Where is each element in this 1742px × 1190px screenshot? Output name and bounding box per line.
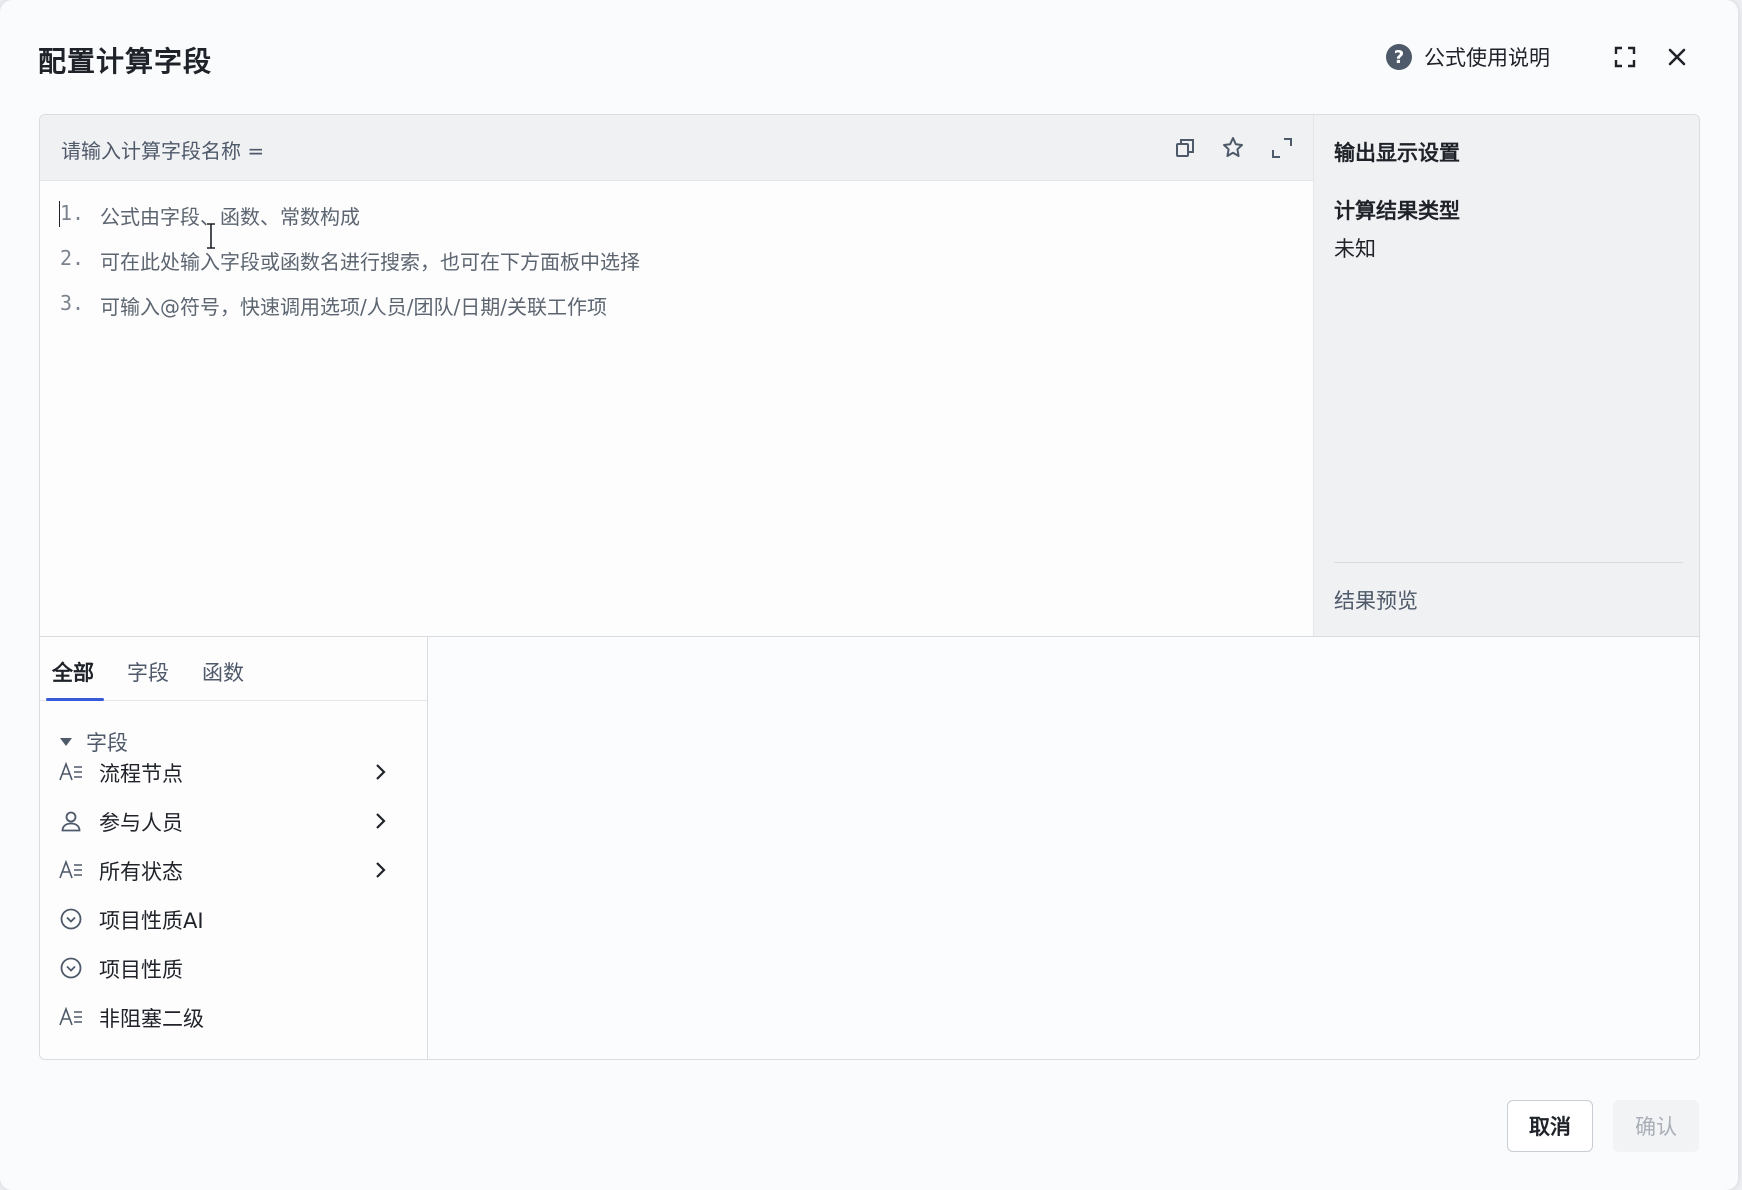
list-item-non-blocking-level2[interactable]: 非阻塞二级	[40, 992, 427, 1042]
chevron-right-icon	[376, 764, 386, 780]
magic-button[interactable]	[1218, 133, 1248, 163]
result-preview-label: 结果预览	[1334, 589, 1418, 613]
list-item-label: 所有状态	[99, 860, 183, 884]
fullscreen-icon	[1614, 46, 1636, 68]
close-button[interactable]	[1660, 40, 1694, 74]
hint-text: 公式由字段、函数、常数构成	[100, 205, 360, 229]
dialog-header: 配置计算字段 ? 公式使用说明	[38, 36, 1698, 80]
close-icon	[1668, 48, 1686, 66]
list-item-participants[interactable]: 参与人员	[40, 796, 427, 846]
copy-button[interactable]	[1170, 133, 1200, 163]
text-field-icon	[58, 1004, 84, 1030]
ibeam-cursor-icon	[207, 223, 215, 249]
formula-help-link[interactable]: ? 公式使用说明	[1386, 42, 1550, 72]
tab-fields[interactable]: 字段	[127, 657, 169, 687]
list-item-label: 参与人员	[99, 811, 183, 835]
hint-line: 2. 可在此处输入字段或函数名进行搜索，也可在下方面板中选择	[60, 246, 640, 275]
select-circle-icon	[58, 955, 84, 981]
picker-tabs: 全部 字段 函数	[40, 637, 427, 701]
list-item-project-nature-ai[interactable]: 项目性质AI	[40, 894, 427, 944]
list-item-label: 项目性质	[99, 958, 183, 982]
line-number: 1.	[60, 201, 85, 225]
result-type-label: 计算结果类型	[1334, 199, 1460, 223]
chevron-right-icon	[376, 862, 386, 878]
formula-help-label: 公式使用说明	[1424, 46, 1550, 70]
hint-line: 3. 可输入@符号，快速调用选项/人员/团队/日期/关联工作项	[60, 291, 607, 320]
settings-divider	[1334, 562, 1683, 563]
question-icon: ?	[1386, 44, 1412, 70]
picker-detail-area	[429, 637, 1699, 1059]
formula-editor[interactable]: 1. 公式由字段、函数、常数构成 2. 可在此处输入字段或函数名进行搜索，也可在…	[40, 181, 1313, 636]
list-item-flow-node[interactable]: 流程节点	[40, 747, 427, 797]
output-settings-panel: 输出显示设置 计算结果类型 未知 结果预览	[1313, 115, 1699, 636]
chevron-right-icon	[376, 813, 386, 829]
list-item-all-states[interactable]: 所有状态	[40, 845, 427, 895]
copy-icon	[1176, 139, 1194, 157]
caret-down-icon	[60, 738, 72, 746]
field-name-input[interactable]: 请输入计算字段名称 =	[61, 135, 264, 164]
fullscreen-button[interactable]	[1608, 40, 1642, 74]
person-icon	[58, 808, 84, 834]
field-function-picker: 全部 字段 函数 字段 流程节点 参与人员 所有状态 项目性质AI 项目性质 非…	[40, 637, 428, 1059]
line-number: 2.	[60, 246, 85, 270]
list-item-project-nature[interactable]: 项目性质	[40, 943, 427, 993]
star-sparkle-icon	[1223, 137, 1243, 157]
text-field-icon	[58, 857, 84, 883]
cancel-button[interactable]: 取消	[1507, 1100, 1593, 1152]
active-tab-indicator	[46, 698, 104, 701]
dialog-title: 配置计算字段	[38, 45, 213, 78]
formula-name-bar: 请输入计算字段名称 =	[40, 115, 1313, 181]
formula-panel: 请输入计算字段名称 = 1. 公式由字段、函数、常数构成 2. 可在此处输入字段…	[39, 114, 1700, 1060]
tab-all[interactable]: 全部	[52, 657, 94, 687]
result-type-value: 未知	[1334, 237, 1376, 261]
tab-functions[interactable]: 函数	[202, 657, 244, 687]
expand-editor-button[interactable]	[1267, 133, 1297, 163]
text-field-icon	[58, 759, 84, 785]
line-number: 3.	[60, 291, 85, 315]
confirm-button[interactable]: 确认	[1613, 1100, 1699, 1152]
expand-icon	[1272, 138, 1292, 158]
list-item-label: 流程节点	[99, 762, 183, 786]
config-calc-field-dialog: 配置计算字段 ? 公式使用说明 请输入计算字段名称 = 1. 公式由字段、函数、…	[0, 0, 1738, 1190]
list-item-label: 非阻塞二级	[99, 1007, 204, 1031]
output-settings-title: 输出显示设置	[1334, 141, 1460, 165]
list-item-label: 项目性质AI	[99, 909, 204, 933]
hint-text: 可在此处输入字段或函数名进行搜索，也可在下方面板中选择	[100, 250, 640, 274]
hint-text: 可输入@符号，快速调用选项/人员/团队/日期/关联工作项	[100, 295, 607, 319]
select-circle-icon	[58, 906, 84, 932]
